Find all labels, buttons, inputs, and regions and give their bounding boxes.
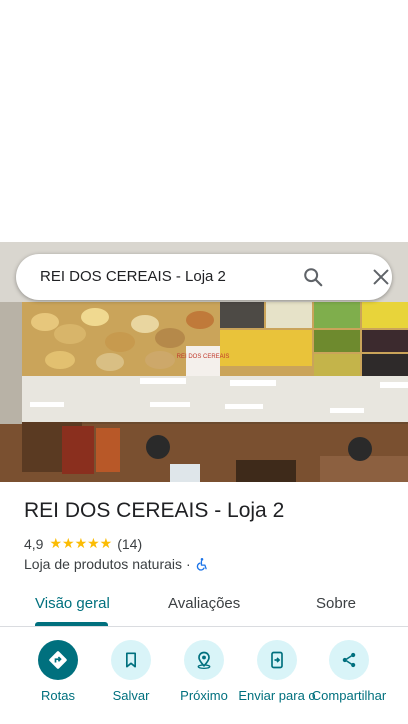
search-input[interactable]: REI DOS CEREAIS - Loja 2 [40,268,226,285]
save-button[interactable]: Salvar [91,640,171,703]
save-label: Salvar [112,688,150,703]
tab-overview[interactable]: Visão geral [35,595,110,612]
reviews-count: (14) [117,535,143,552]
search-icon[interactable] [302,266,324,288]
close-icon[interactable] [370,266,392,288]
directions-button[interactable]: Rotas [18,640,98,703]
share-label: Compartilhar [311,688,387,703]
directions-label: Rotas [41,688,75,703]
tab-about[interactable]: Sobre [316,595,356,612]
sign-text: REI DOS CEREAIS [177,354,230,360]
rating-row[interactable]: 4,9 ★★★★★ (14) [24,535,142,552]
active-tab-indicator [35,622,108,626]
place-tabs: Visão geral Avaliações Sobre [0,584,408,627]
map-area [0,0,408,242]
tab-reviews[interactable]: Avaliações [168,595,240,612]
nearby-label: Próximo [180,688,228,703]
share-button[interactable]: Compartilhar [309,640,389,703]
rating-stars-icon: ★★★★★ [49,535,113,551]
category-row: Loja de produtos naturais · [24,556,209,572]
bookmark-icon [126,652,136,668]
send-to-phone-icon [271,651,283,669]
rating-value: 4,9 [24,535,44,552]
send-to-phone-button[interactable]: Enviar para o [237,640,317,703]
nearby-icon [197,651,211,669]
nearby-button[interactable]: Próximo [164,640,244,703]
send-to-phone-label: Enviar para o [238,688,316,703]
search-bar[interactable]: REI DOS CEREAIS - Loja 2 [16,254,392,300]
directions-icon [49,651,67,669]
place-category: Loja de produtos naturais [24,556,182,572]
place-title: REI DOS CEREAIS - Loja 2 [24,499,285,522]
share-icon [342,652,356,668]
wheelchair-accessible-icon [196,558,207,571]
separator: · [186,556,191,572]
